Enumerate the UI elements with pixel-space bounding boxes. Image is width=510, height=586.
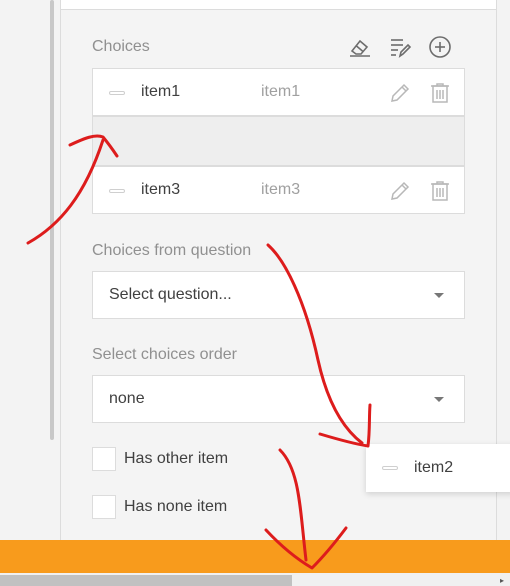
dragged-choice-text: item2 bbox=[414, 459, 454, 476]
choice-row[interactable]: item1 item1 bbox=[92, 68, 465, 116]
choice-text[interactable]: item1 bbox=[141, 83, 180, 101]
list-edit-icon[interactable] bbox=[388, 35, 412, 59]
choice-value[interactable]: item1 bbox=[261, 83, 300, 101]
choices-label: Choices bbox=[92, 38, 150, 55]
horizontal-scrollbar-thumb[interactable] bbox=[0, 575, 292, 586]
pencil-icon[interactable] bbox=[388, 179, 412, 203]
pencil-icon[interactable] bbox=[388, 81, 412, 105]
choices-order-value: none bbox=[109, 390, 145, 407]
choice-text[interactable]: item3 bbox=[141, 181, 180, 199]
has-none-label[interactable]: Has none item bbox=[124, 498, 227, 516]
choices-from-question-label: Choices from question bbox=[92, 242, 252, 259]
plus-circle-icon[interactable] bbox=[428, 35, 452, 59]
chevron-down-icon bbox=[434, 397, 444, 402]
accent-bar bbox=[0, 540, 510, 573]
choice-value[interactable]: item3 bbox=[261, 181, 300, 199]
trash-icon[interactable] bbox=[428, 81, 452, 105]
chevron-down-icon bbox=[434, 293, 444, 298]
drag-handle-icon[interactable] bbox=[382, 466, 398, 470]
panel-header-strip bbox=[60, 0, 497, 10]
trash-icon[interactable] bbox=[428, 179, 452, 203]
drag-handle-icon[interactable] bbox=[109, 189, 125, 193]
has-none-checkbox[interactable] bbox=[92, 495, 116, 519]
dragged-choice-ghost[interactable]: item2 bbox=[366, 444, 510, 492]
choices-order-label: Select choices order bbox=[92, 346, 237, 363]
select-question-placeholder: Select question... bbox=[109, 286, 232, 303]
drag-handle-icon[interactable] bbox=[109, 91, 125, 95]
left-scrollbar[interactable] bbox=[50, 0, 54, 440]
choices-from-question-select[interactable]: Select question... bbox=[92, 271, 465, 319]
editor-stage: Choices item1 item1 item3 item3 Choices … bbox=[0, 0, 510, 586]
scroll-right-arrow-icon[interactable]: ▸ bbox=[497, 576, 507, 586]
has-other-label[interactable]: Has other item bbox=[124, 450, 228, 468]
choice-row[interactable]: item3 item3 bbox=[92, 166, 465, 214]
drop-placeholder bbox=[92, 116, 465, 166]
choices-order-select[interactable]: none bbox=[92, 375, 465, 423]
eraser-icon[interactable] bbox=[348, 35, 372, 59]
has-other-checkbox[interactable] bbox=[92, 447, 116, 471]
